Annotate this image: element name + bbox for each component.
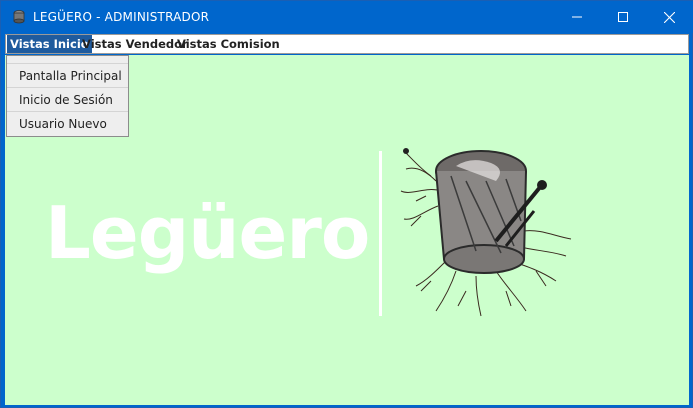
app-window: LEGÜERO - ADMINISTRADOR Vistas Inicio Vi… [0, 0, 693, 408]
menu-bar: Vistas Inicio Vistas Vendedor Vistas Com… [5, 34, 689, 54]
maximize-button[interactable] [600, 1, 646, 33]
window-title: LEGÜERO - ADMINISTRADOR [33, 10, 210, 24]
menu-vistas-comision[interactable]: Vistas Comision [174, 35, 283, 53]
menuitem-usuario-nuevo[interactable]: Usuario Nuevo [7, 111, 128, 135]
bombo-drum-icon [400, 148, 572, 317]
app-drum-icon [13, 10, 25, 24]
brand-wordmark: Legüero [45, 191, 370, 275]
minimize-button[interactable] [554, 1, 600, 33]
close-button[interactable] [646, 1, 692, 33]
menuitem-inicio-de-sesion[interactable]: Inicio de Sesión [7, 87, 128, 111]
close-icon [663, 11, 675, 23]
menuitem-pantalla-principal[interactable]: Pantalla Principal [7, 63, 128, 87]
logo-divider [379, 151, 382, 316]
vistas-inicio-dropdown: Pantalla Principal Inicio de Sesión Usua… [6, 55, 129, 137]
maximize-icon [618, 12, 628, 22]
minimize-icon [572, 16, 582, 18]
title-bar[interactable]: LEGÜERO - ADMINISTRADOR [1, 1, 693, 33]
